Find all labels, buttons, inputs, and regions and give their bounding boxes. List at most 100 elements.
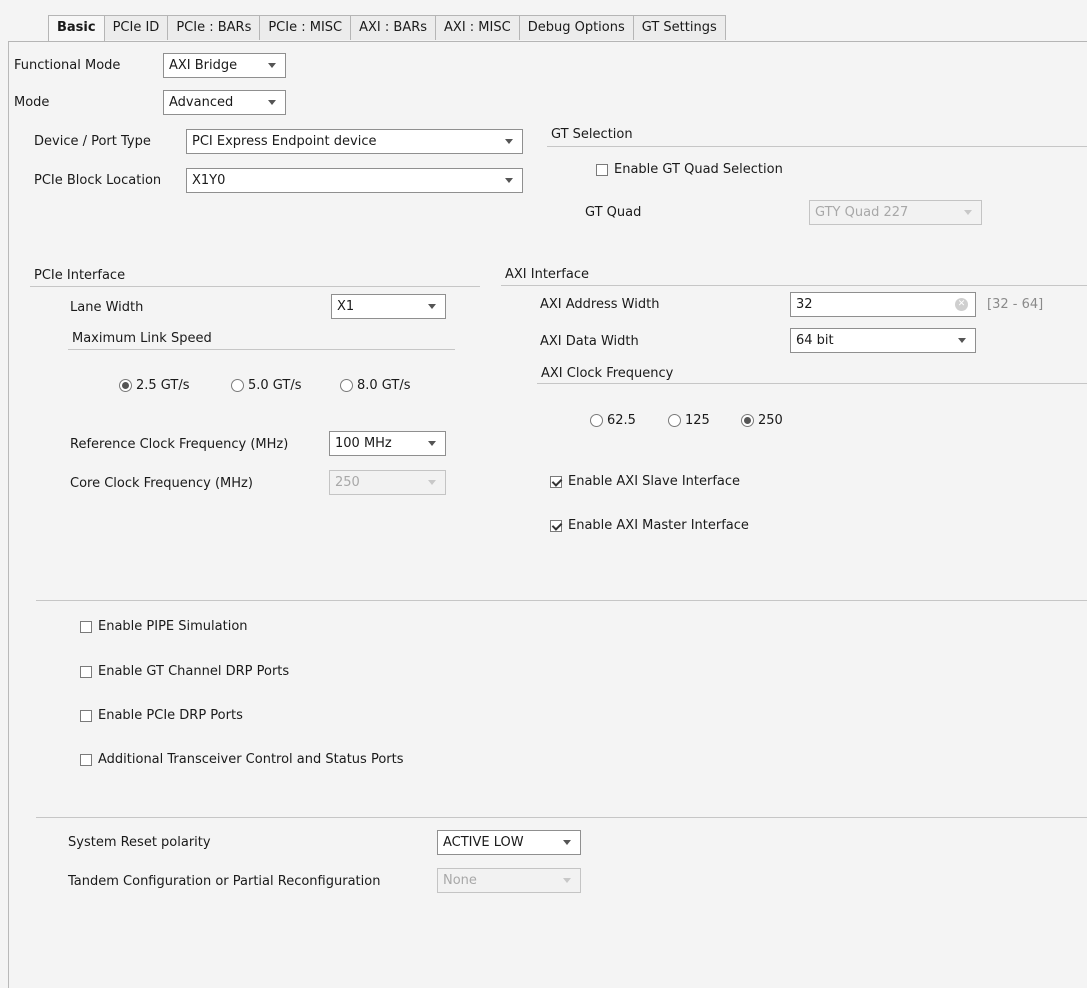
transceiver-ports-label: Additional Transceiver Control and Statu…	[98, 752, 404, 767]
chevron-down-icon	[964, 210, 972, 215]
device-port-type-value: PCI Express Endpoint device	[192, 134, 377, 149]
max-link-speed-divider	[68, 349, 455, 350]
enable-axi-master-checkbox[interactable]: Enable AXI Master Interface	[550, 518, 749, 533]
axi-interface-title: AXI Interface	[505, 267, 589, 282]
enable-axi-slave-label: Enable AXI Slave Interface	[568, 474, 741, 489]
axi-data-width-select[interactable]: 64 bit	[790, 328, 976, 353]
checkbox-unchecked-icon	[80, 665, 92, 678]
radio-selected-icon	[119, 379, 132, 392]
enable-gt-drp-checkbox[interactable]: Enable GT Channel DRP Ports	[80, 664, 289, 679]
gt-quad-label: GT Quad	[585, 205, 642, 220]
checkbox-checked-icon	[550, 519, 562, 532]
reset-divider	[36, 817, 1087, 818]
functional-mode-label: Functional Mode	[14, 58, 121, 73]
enable-pipe-simulation-checkbox[interactable]: Enable PIPE Simulation	[80, 619, 248, 634]
reset-polarity-select[interactable]: ACTIVE LOW	[437, 830, 581, 855]
functional-mode-select[interactable]: AXI Bridge	[163, 53, 286, 78]
reset-polarity-value: ACTIVE LOW	[443, 835, 524, 850]
tab-axi-bars[interactable]: AXI : BARs	[350, 15, 437, 40]
tandem-config-value: None	[443, 873, 477, 888]
checkbox-unchecked-icon	[596, 163, 608, 176]
radio-unselected-icon	[231, 379, 244, 392]
panel-left-border	[8, 42, 9, 988]
block-location-value: X1Y0	[192, 173, 226, 188]
tab-bar: Basic PCIe ID PCIe : BARs PCIe : MISC AX…	[48, 15, 726, 42]
chevron-down-icon	[428, 304, 436, 309]
mode-label: Mode	[14, 95, 50, 110]
axi-address-width-range: [32 - 64]	[987, 297, 1044, 312]
link-speed-option-label: 8.0 GT/s	[357, 378, 411, 393]
chevron-down-icon	[428, 441, 436, 446]
enable-gt-quad-label: Enable GT Quad Selection	[614, 162, 783, 177]
core-clock-value: 250	[335, 475, 360, 490]
device-port-type-label: Device / Port Type	[34, 134, 151, 149]
enable-pipe-simulation-label: Enable PIPE Simulation	[98, 619, 248, 634]
tab-pcie-id[interactable]: PCIe ID	[103, 15, 169, 40]
tab-axi-misc[interactable]: AXI : MISC	[435, 15, 520, 40]
block-location-select[interactable]: X1Y0	[186, 168, 523, 193]
chevron-down-icon	[505, 178, 513, 183]
link-speed-option-label: 5.0 GT/s	[248, 378, 302, 393]
enable-gt-drp-label: Enable GT Channel DRP Ports	[98, 664, 290, 679]
core-clock-label: Core Clock Frequency (MHz)	[70, 476, 253, 491]
max-link-speed-title: Maximum Link Speed	[72, 331, 212, 346]
device-port-type-select[interactable]: PCI Express Endpoint device	[186, 129, 523, 154]
chevron-down-icon	[563, 878, 571, 883]
tab-basic[interactable]: Basic	[48, 15, 105, 42]
link-speed-radio-2-5[interactable]: 2.5 GT/s	[119, 378, 190, 393]
axi-interface-divider	[501, 285, 1087, 286]
gt-selection-divider	[547, 146, 1087, 147]
lane-width-value: X1	[337, 299, 355, 314]
axi-address-width-label: AXI Address Width	[540, 297, 660, 312]
axi-clock-radio-250[interactable]: 250	[741, 413, 783, 428]
enable-axi-slave-checkbox[interactable]: Enable AXI Slave Interface	[550, 474, 740, 489]
axi-clock-radio-125[interactable]: 125	[668, 413, 710, 428]
axi-clock-option-label: 125	[685, 413, 710, 428]
axi-data-width-label: AXI Data Width	[540, 334, 639, 349]
tab-pcie-misc[interactable]: PCIe : MISC	[259, 15, 352, 40]
axi-address-width-input[interactable]: 32 ✕	[790, 292, 976, 317]
link-speed-radio-8-0[interactable]: 8.0 GT/s	[340, 378, 411, 393]
enable-pcie-drp-label: Enable PCIe DRP Ports	[98, 708, 243, 723]
gt-quad-select[interactable]: GTY Quad 227	[809, 200, 982, 225]
tandem-config-label: Tandem Configuration or Partial Reconfig…	[68, 874, 381, 889]
gt-selection-title: GT Selection	[551, 127, 633, 142]
enable-gt-quad-checkbox[interactable]: Enable GT Quad Selection	[596, 162, 783, 177]
transceiver-ports-checkbox[interactable]: Additional Transceiver Control and Statu…	[80, 752, 404, 767]
checkbox-unchecked-icon	[80, 753, 92, 766]
options-divider	[36, 600, 1087, 601]
radio-unselected-icon	[668, 414, 681, 427]
axi-data-width-value: 64 bit	[796, 333, 834, 348]
enable-pcie-drp-checkbox[interactable]: Enable PCIe DRP Ports	[80, 708, 243, 723]
radio-selected-icon	[741, 414, 754, 427]
radio-unselected-icon	[340, 379, 353, 392]
axi-clock-title: AXI Clock Frequency	[541, 366, 674, 381]
radio-unselected-icon	[590, 414, 603, 427]
chevron-down-icon	[428, 480, 436, 485]
clear-icon[interactable]: ✕	[955, 298, 968, 311]
ref-clock-select[interactable]: 100 MHz	[329, 431, 446, 456]
tab-pcie-bars[interactable]: PCIe : BARs	[167, 15, 261, 40]
axi-clock-divider	[537, 383, 1087, 384]
checkbox-checked-icon	[550, 475, 562, 488]
block-location-label: PCIe Block Location	[34, 173, 162, 188]
tab-debug-options[interactable]: Debug Options	[518, 15, 634, 40]
core-clock-select[interactable]: 250	[329, 470, 446, 495]
chevron-down-icon	[268, 63, 276, 68]
mode-select[interactable]: Advanced	[163, 90, 286, 115]
checkbox-unchecked-icon	[80, 620, 92, 633]
chevron-down-icon	[268, 100, 276, 105]
link-speed-radio-5-0[interactable]: 5.0 GT/s	[231, 378, 302, 393]
reset-polarity-label: System Reset polarity	[68, 835, 211, 850]
lane-width-select[interactable]: X1	[331, 294, 446, 319]
checkbox-unchecked-icon	[80, 709, 92, 722]
tandem-config-select[interactable]: None	[437, 868, 581, 893]
chevron-down-icon	[505, 139, 513, 144]
ref-clock-value: 100 MHz	[335, 436, 392, 451]
tab-bar-divider	[8, 41, 1087, 42]
chevron-down-icon	[958, 338, 966, 343]
ref-clock-label: Reference Clock Frequency (MHz)	[70, 437, 289, 452]
axi-clock-radio-62-5[interactable]: 62.5	[590, 413, 636, 428]
axi-address-width-value: 32	[796, 297, 813, 312]
tab-gt-settings[interactable]: GT Settings	[632, 15, 726, 40]
